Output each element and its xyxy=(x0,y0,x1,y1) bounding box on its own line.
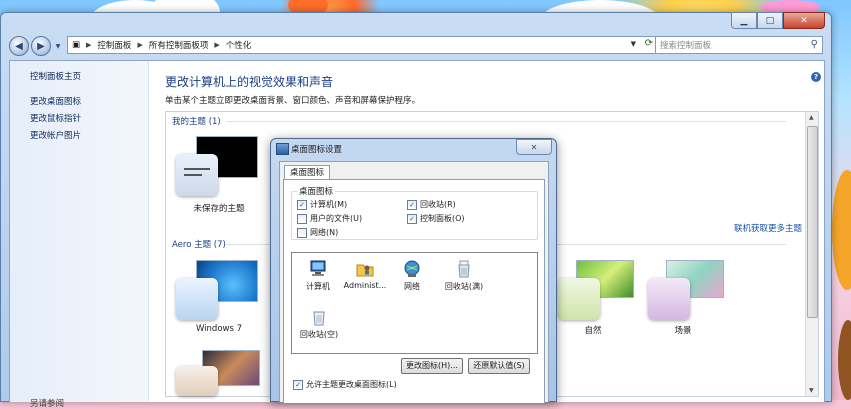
user-folder-icon xyxy=(355,259,375,279)
refresh-icon[interactable]: ⟳ xyxy=(645,38,653,49)
icon-label: Administ... xyxy=(343,281,387,290)
sidebar-item-home[interactable]: 控制面板主页 xyxy=(30,70,81,82)
checkbox-checked-icon[interactable]: ✓ xyxy=(297,199,307,210)
dialog-app-icon xyxy=(276,143,289,155)
checkbox-user-files[interactable]: 用户的文件(U) xyxy=(297,213,362,224)
chevron-right-icon[interactable]: ▶ xyxy=(86,41,91,49)
page-title: 更改计算机上的视觉效果和声音 xyxy=(165,75,334,89)
forward-button[interactable]: ▶ xyxy=(31,36,51,56)
tab-pane: 桌面图标 ✓ 计算机(M) ✓ 回收站(R) 用户的文件(U) ✓ 控制面板(O) 网… xyxy=(283,179,545,403)
chevron-right-icon[interactable]: ▶ xyxy=(214,41,219,49)
checkbox-label: 允许主题更改桌面图标(L) xyxy=(306,380,397,389)
icon-label: 网络 xyxy=(404,282,420,291)
navigation-bar: ◀ ▶ ▼ ▣ ▶ 控制面板 ▶ 所有控制面板项 ▶ 个性化 ▼ ⟳ 搜索控制面… xyxy=(9,35,823,57)
window-color-chip xyxy=(648,278,690,320)
icon-label: 回收站(空) xyxy=(299,330,339,339)
address-dropdown-icon[interactable]: ▼ xyxy=(631,40,636,48)
control-panel-icon: ▣ xyxy=(72,40,81,50)
checkbox-checked-icon[interactable]: ✓ xyxy=(293,379,303,390)
computer-icon xyxy=(308,259,328,279)
address-bar[interactable]: ▣ ▶ 控制面板 ▶ 所有控制面板项 ▶ 个性化 ▼ ⟳ xyxy=(67,36,657,54)
list-item[interactable]: 计算机 xyxy=(298,259,338,292)
window-color-chip xyxy=(176,154,218,196)
theme-label: 未保存的主题 xyxy=(193,204,245,214)
restore-default-button[interactable]: 还原默认值(S) xyxy=(468,358,530,374)
icon-label: 回收站(满) xyxy=(444,282,484,291)
group-label: 桌面图标 xyxy=(297,185,336,197)
list-item[interactable]: 回收站(空) xyxy=(294,307,344,340)
sidebar-item-mouse-pointers[interactable]: 更改鼠标指针 xyxy=(30,112,81,124)
scroll-up-icon[interactable]: ▲ xyxy=(809,114,814,121)
theme-label: 场景 xyxy=(674,326,692,336)
checkbox-network[interactable]: 网络(N) xyxy=(297,227,338,238)
help-icon[interactable]: ? xyxy=(811,72,821,82)
window-color-chip xyxy=(176,366,218,396)
sidebar-see-also: 另请参阅 xyxy=(30,399,65,409)
checkbox-unchecked-icon[interactable] xyxy=(297,213,307,224)
recent-pages-icon[interactable]: ▼ xyxy=(53,41,63,51)
theme-label: Windows 7 xyxy=(195,324,243,334)
tab-desktop-icons[interactable]: 桌面图标 xyxy=(284,165,331,180)
change-icon-button[interactable]: 更改图标(H)... xyxy=(401,358,463,374)
dialog-body: 桌面图标 桌面图标 ✓ 计算机(M) ✓ 回收站(R) 用户的文件(U) ✓ 控制面板… xyxy=(279,161,549,403)
checkbox-label: 用户的文件(U) xyxy=(310,214,363,223)
maximize-button[interactable]: □ xyxy=(757,12,783,29)
page-subtitle: 单击某个主题立即更改桌面背景、窗口颜色、声音和屏幕保护程序。 xyxy=(165,96,421,106)
scroll-thumb[interactable] xyxy=(807,126,818,318)
group-aero-themes: Aero 主题 (7) xyxy=(172,240,226,250)
sidebar: 控制面板主页 更改桌面图标 更改鼠标指针 更改帐户图片 另请参阅 xyxy=(10,61,149,409)
recycle-bin-empty-icon xyxy=(309,307,329,327)
checkbox-computer[interactable]: ✓ 计算机(M) xyxy=(297,199,347,210)
checkbox-allow-themes[interactable]: ✓ 允许主题更改桌面图标(L) xyxy=(293,379,397,390)
search-icon[interactable]: ⚲ xyxy=(811,39,818,50)
breadcrumb-control-panel[interactable]: 控制面板 xyxy=(97,39,131,51)
checkbox-control-panel[interactable]: ✓ 控制面板(O) xyxy=(407,213,465,224)
chevron-right-icon[interactable]: ▶ xyxy=(137,41,142,49)
theme-label: 自然 xyxy=(584,326,602,336)
dialog-title: 桌面图标设置 xyxy=(291,145,343,155)
group-divider xyxy=(226,121,786,122)
checkbox-unchecked-icon[interactable] xyxy=(297,227,307,238)
theme-list-scrollbar[interactable]: ▲ ▼ xyxy=(805,112,818,396)
scroll-down-icon[interactable]: ▼ xyxy=(809,387,814,394)
network-icon xyxy=(402,259,422,279)
group-my-themes: 我的主题 (1) xyxy=(172,117,221,127)
search-input[interactable]: 搜索控制面板 ⚲ xyxy=(655,36,823,54)
list-item[interactable]: 回收站(满) xyxy=(440,259,488,292)
sidebar-item-account-picture[interactable]: 更改帐户图片 xyxy=(30,129,81,141)
window-caption-buttons: ▁ □ ✕ xyxy=(731,12,825,29)
checkbox-label: 回收站(R) xyxy=(420,200,456,209)
back-button[interactable]: ◀ xyxy=(9,36,29,56)
desktop-icons-group: 桌面图标 ✓ 计算机(M) ✓ 回收站(R) 用户的文件(U) ✓ 控制面板(O) 网… xyxy=(291,185,538,240)
desktop-icon-settings-dialog: 桌面图标设置 ✕ 桌面图标 桌面图标 ✓ 计算机(M) ✓ 回收站(R) 用户的文件… xyxy=(270,138,557,403)
checkbox-checked-icon[interactable]: ✓ xyxy=(407,199,417,210)
icon-label: 计算机 xyxy=(306,282,330,291)
breadcrumb-all-items[interactable]: 所有控制面板项 xyxy=(149,39,209,51)
recycle-bin-full-icon xyxy=(454,259,474,279)
window-color-chip xyxy=(176,278,218,320)
window-color-chip xyxy=(558,278,600,320)
dialog-close-button[interactable]: ✕ xyxy=(516,139,552,155)
breadcrumb-personalization[interactable]: 个性化 xyxy=(226,39,252,51)
online-themes-link[interactable]: 联机获取更多主题 xyxy=(734,222,802,234)
checkbox-label: 控制面板(O) xyxy=(420,214,465,223)
sidebar-item-desktop-icons[interactable]: 更改桌面图标 xyxy=(30,95,81,107)
checkbox-label: 网络(N) xyxy=(310,228,339,237)
desktop-icon-list[interactable]: 计算机 Administ... 网络 回收站(满) 回收站(空) xyxy=(291,252,538,354)
minimize-button[interactable]: ▁ xyxy=(731,12,757,29)
close-button[interactable]: ✕ xyxy=(783,12,825,29)
list-item[interactable]: 网络 xyxy=(392,259,432,292)
checkbox-checked-icon[interactable]: ✓ xyxy=(407,213,417,224)
checkbox-recycle-bin[interactable]: ✓ 回收站(R) xyxy=(407,199,456,210)
list-item[interactable]: Administ... xyxy=(340,259,390,290)
checkbox-label: 计算机(M) xyxy=(310,200,348,209)
search-placeholder: 搜索控制面板 xyxy=(660,41,712,51)
